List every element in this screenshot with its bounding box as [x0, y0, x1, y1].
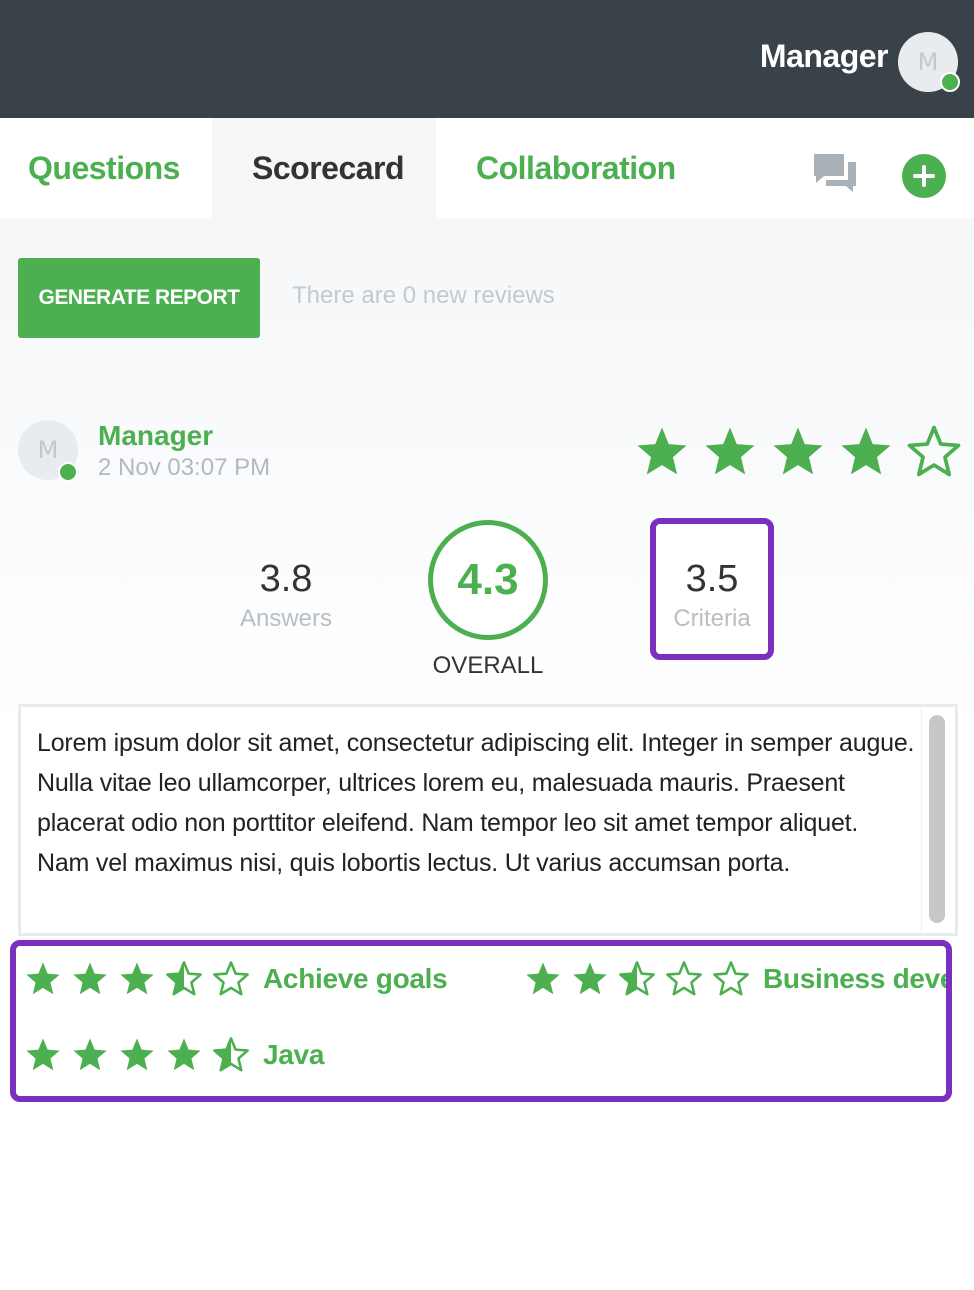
criteria-score: 3.5 Criteria [650, 518, 774, 660]
reviewer-avatar-initial: M [37, 436, 59, 464]
criterion-label[interactable]: Achieve goals [263, 963, 448, 995]
criterion-row: Java [24, 1036, 324, 1074]
online-status-dot [940, 72, 960, 92]
answers-score-value: 3.8 [259, 558, 313, 600]
reviewer-name[interactable]: Manager [98, 420, 213, 452]
star-icon [705, 427, 755, 475]
star-icon [841, 427, 891, 475]
new-reviews-note: There are 0 new reviews [292, 282, 555, 309]
star-half-icon [619, 961, 655, 996]
avatar-initial: M [917, 48, 939, 76]
review-rating-stars [634, 424, 962, 480]
star-half-icon [166, 961, 202, 996]
overall-score-label: OVERALL [432, 652, 544, 679]
overall-score-circle: 4.3 [428, 520, 548, 640]
review-date: 2 Nov 03:07 PM [98, 454, 271, 481]
tab-collaboration[interactable]: Collaboration [436, 118, 736, 218]
scorecard-content: GENERATE REPORT There are 0 new reviews … [0, 218, 974, 1290]
criterion-stars [24, 960, 259, 998]
star-icon [167, 1038, 201, 1071]
tab-bar: Questions Scorecard Collaboration [0, 118, 974, 218]
star-icon [120, 1038, 154, 1071]
criteria-score-label: Criteria [673, 605, 751, 632]
criterion-row: Achieve goals [24, 960, 448, 998]
star-icon [526, 962, 560, 995]
star-half-icon [213, 1037, 249, 1072]
answers-score-label: Answers [239, 605, 333, 632]
review-comment-text: Lorem ipsum dolor sit amet, consectetur … [37, 729, 915, 877]
criteria-score-value: 3.5 [685, 558, 739, 600]
star-outline-icon [907, 425, 961, 477]
answers-score: 3.8 Answers [226, 558, 346, 633]
tab-questions[interactable]: Questions [0, 118, 212, 218]
overall-score-value: 4.3 [457, 555, 519, 604]
star-icon [73, 1038, 107, 1071]
star-outline-icon [713, 961, 749, 996]
star-icon [637, 427, 687, 475]
tab-scorecard[interactable]: Scorecard [212, 118, 436, 218]
star-icon [26, 1038, 60, 1071]
star-icon [773, 427, 823, 475]
criterion-stars [24, 1036, 259, 1074]
review-comment-box[interactable]: Lorem ipsum dolor sit amet, consectetur … [18, 704, 958, 936]
star-icon [573, 962, 607, 995]
star-icon [26, 962, 60, 995]
top-bar: Manager M [0, 0, 974, 118]
comment-scrollbar[interactable] [929, 715, 945, 923]
chat-bubbles-icon[interactable] [812, 152, 858, 194]
star-icon [73, 962, 107, 995]
reviewer-status-dot [58, 462, 78, 482]
star-outline-icon [213, 961, 249, 996]
criterion-row: Business deve... [524, 960, 946, 998]
criterion-stars [524, 960, 759, 998]
criteria-ratings-panel: Achieve goals Business deve... Java [10, 940, 952, 1102]
generate-report-button[interactable]: GENERATE REPORT [18, 258, 260, 338]
criterion-label[interactable]: Java [263, 1039, 324, 1071]
star-outline-icon [666, 961, 702, 996]
star-icon [120, 962, 154, 995]
add-circle-icon[interactable] [902, 154, 946, 198]
criterion-label[interactable]: Business deve... [763, 963, 946, 995]
header-user-name[interactable]: Manager [760, 38, 889, 75]
